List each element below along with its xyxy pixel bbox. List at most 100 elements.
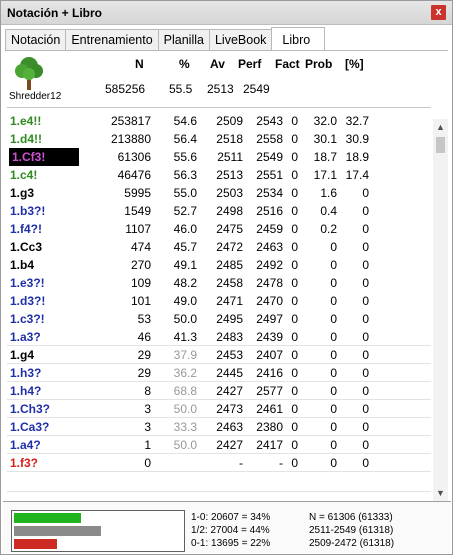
- move-row[interactable]: 1.f3? 0- -0 0 0: [7, 454, 431, 472]
- move-avg-rating: 2472: [216, 240, 243, 254]
- col-header-pct[interactable]: %: [179, 57, 190, 71]
- tab-livebook[interactable]: LiveBook: [208, 29, 273, 50]
- move-book-pct: 0: [362, 420, 369, 434]
- col-header-n[interactable]: N: [135, 57, 144, 71]
- move-score: 55.0: [173, 186, 197, 200]
- move-row[interactable]: 1.e3?! 109 48.2 2458 2478 0 0 0: [7, 274, 431, 292]
- scroll-up-icon[interactable]: ▲: [433, 119, 448, 135]
- move-avg-rating: 2475: [216, 222, 243, 236]
- move-factor: 0: [291, 294, 298, 308]
- move-row[interactable]: 1.c3?! 53 50.0 2495 2497 0 0 0: [7, 310, 431, 328]
- close-icon[interactable]: x: [431, 5, 446, 20]
- list-gap: [7, 472, 431, 492]
- scroll-down-icon[interactable]: ▼: [433, 485, 448, 501]
- move-row[interactable]: 1.Cf3! 61306 55.6 2511 2549 0 18.7 18.9: [7, 148, 431, 166]
- book-header: Shredder12 N % Av Perf Fact Prob [%] 585…: [7, 53, 427, 105]
- col-header-fact[interactable]: Fact: [275, 57, 300, 71]
- move-name: 1.Cc3: [10, 240, 43, 254]
- col-header-perf[interactable]: Perf: [238, 57, 261, 71]
- move-factor: 0: [291, 366, 298, 380]
- move-score: 46.0: [173, 222, 197, 236]
- move-score: 50.0: [173, 402, 197, 416]
- move-name: 1.b4: [10, 258, 35, 272]
- move-factor: 0: [291, 312, 298, 326]
- move-performance: 2497: [256, 312, 283, 326]
- move-row[interactable]: 1.d3?! 101 49.0 2471 2470 0 0 0: [7, 292, 431, 310]
- move-score: 41.3: [173, 330, 197, 344]
- move-games: 29: [137, 366, 151, 380]
- move-row[interactable]: 1.h3? 29 36.2 2445 2416 0 0 0: [7, 364, 431, 382]
- move-row[interactable]: 1.b3?! 1549 52.7 2498 2516 0 0.4 0: [7, 202, 431, 220]
- move-row[interactable]: 1.f4?! 1107 46.0 2475 2459 0 0.2 0: [7, 220, 431, 238]
- move-row[interactable]: 1.h4? 8 68.8 2427 2577 0 0 0: [7, 382, 431, 400]
- move-performance: 2439: [256, 330, 283, 344]
- move-probability: 0: [330, 456, 337, 470]
- move-row[interactable]: 1.Ch3? 3 50.0 2473 2461 0 0 0: [7, 400, 431, 418]
- col-header-av[interactable]: Av: [210, 57, 225, 71]
- move-row[interactable]: 1.Cc3 474 45.7 2472 2463 0 0 0: [7, 238, 431, 256]
- scroll-thumb[interactable]: [436, 137, 445, 153]
- col-header-prob[interactable]: Prob: [305, 57, 332, 71]
- move-book-pct: 0: [362, 348, 369, 362]
- move-book-pct: 0: [362, 294, 369, 308]
- move-row[interactable]: 1.b4 270 49.1 2485 2492 0 0 0: [7, 256, 431, 274]
- title-bar[interactable]: Notación + Libro x: [1, 1, 452, 25]
- move-row[interactable]: 1.c4! 46476 56.3 2513 2551 0 17.1 17.4: [7, 166, 431, 184]
- move-probability: 0: [330, 420, 337, 434]
- move-name: 1.c3?!: [10, 312, 45, 326]
- move-factor: 0: [291, 222, 298, 236]
- move-performance: 2417: [256, 438, 283, 452]
- move-score: 33.3: [173, 420, 197, 434]
- move-factor: 0: [291, 330, 298, 344]
- move-name: 1.b3?!: [10, 204, 46, 218]
- rating-white-text: 2511-2549 (61318): [309, 525, 394, 536]
- move-row[interactable]: 1.e4!! 253817 54.6 2509 2543 0 32.0 32.7: [7, 112, 431, 130]
- tab-entrenamiento[interactable]: Entrenamiento: [65, 29, 159, 50]
- move-name: 1.e4!!: [10, 114, 42, 128]
- move-probability: 1.6: [320, 186, 337, 200]
- total-av: 2513: [207, 82, 234, 96]
- move-score: 54.6: [173, 114, 197, 128]
- move-book-pct: 0: [362, 438, 369, 452]
- move-games: 46476: [117, 168, 151, 182]
- tab-planilla[interactable]: Planilla: [157, 29, 210, 50]
- move-avg-rating: -: [239, 456, 243, 470]
- move-avg-rating: 2509: [216, 114, 243, 128]
- move-factor: 0: [291, 150, 298, 164]
- move-book-pct: 0: [362, 204, 369, 218]
- move-score: 56.3: [173, 168, 197, 182]
- move-row[interactable]: 1.a4? 1 50.0 2427 2417 0 0 0: [7, 436, 431, 454]
- move-name: 1.d3?!: [10, 294, 46, 308]
- move-row[interactable]: 1.g3 5995 55.0 2503 2534 0 1.6 0: [7, 184, 431, 202]
- tab-divider: [5, 50, 448, 51]
- move-book-pct: 18.9: [345, 150, 369, 164]
- move-name: 1.Cf3!: [9, 148, 79, 166]
- tab-libro[interactable]: Libro: [271, 27, 326, 50]
- move-row[interactable]: 1.a3? 46 41.3 2483 2439 0 0 0: [7, 328, 431, 346]
- move-games: 53: [137, 312, 151, 326]
- move-name: 1.f3?: [10, 456, 39, 470]
- move-probability: 0: [330, 240, 337, 254]
- tab-notacion[interactable]: Notación: [5, 29, 67, 50]
- move-row[interactable]: 1.Ca3? 3 33.3 2463 2380 0 0 0: [7, 418, 431, 436]
- move-avg-rating: 2483: [216, 330, 243, 344]
- vertical-scrollbar[interactable]: ▲ ▼: [433, 119, 448, 501]
- move-row[interactable]: 1.g4 29 37.9 2453 2407 0 0 0: [7, 346, 431, 364]
- move-performance: 2459: [256, 222, 283, 236]
- move-games: 1549: [124, 204, 151, 218]
- move-avg-rating: 2471: [216, 294, 243, 308]
- move-avg-rating: 2498: [216, 204, 243, 218]
- move-factor: 0: [291, 348, 298, 362]
- move-row[interactable]: 1.d4!! 213880 56.4 2518 2558 0 30.1 30.9: [7, 130, 431, 148]
- move-factor: 0: [291, 114, 298, 128]
- move-factor: 0: [291, 456, 298, 470]
- col-header-pctb[interactable]: [%]: [345, 57, 364, 71]
- move-score: 52.7: [173, 204, 197, 218]
- move-games: 29: [137, 348, 151, 362]
- move-performance: 2551: [256, 168, 283, 182]
- move-book-pct: 17.4: [345, 168, 369, 182]
- move-score: 49.1: [173, 258, 197, 272]
- move-factor: 0: [291, 258, 298, 272]
- move-factor: 0: [291, 132, 298, 146]
- move-avg-rating: 2503: [216, 186, 243, 200]
